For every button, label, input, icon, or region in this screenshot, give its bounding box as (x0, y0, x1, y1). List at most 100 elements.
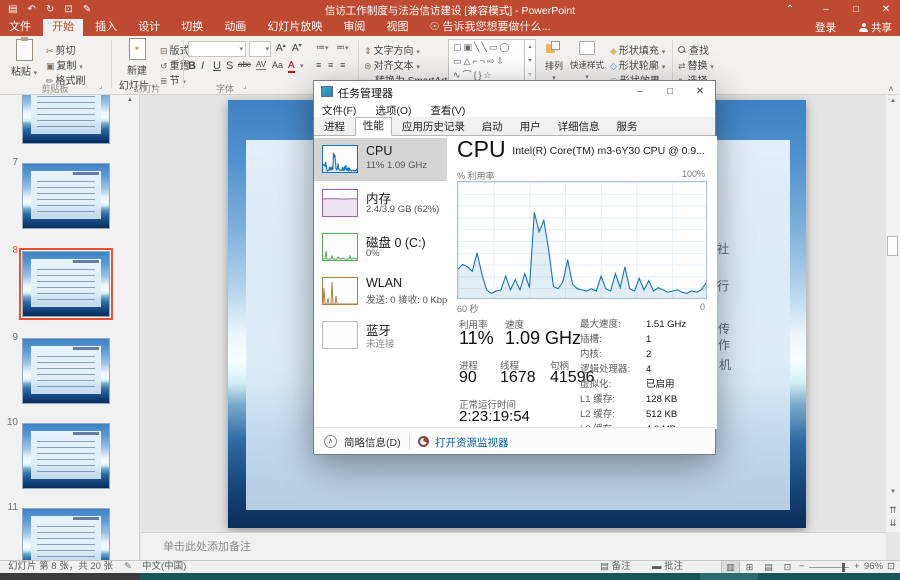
sidebar-item-disk[interactable]: 磁盘 0 (C:) 0% (314, 226, 447, 269)
notes-area[interactable]: 单击此处添加备注 (141, 532, 886, 560)
ribbon-display-options-icon[interactable]: ⌃ (776, 0, 804, 19)
tm-tab-services[interactable]: 服务 (610, 118, 645, 136)
tm-close-button[interactable]: ✕ (685, 81, 715, 102)
tm-tab-users[interactable]: 用户 (513, 118, 548, 136)
copy-button[interactable]: ▣ 复制 ▾ (46, 57, 83, 72)
menu-view[interactable]: 查看(V) (422, 102, 473, 118)
tm-tab-processes[interactable]: 进程 (317, 118, 352, 136)
tm-maximize-button[interactable]: □ (655, 81, 685, 102)
font-name-input[interactable]: ▾ (188, 41, 246, 57)
shrink-font-button[interactable]: A▾ (292, 42, 302, 54)
tab-design[interactable]: 设计 (129, 19, 169, 36)
sign-in-link[interactable]: 登录 (815, 20, 836, 35)
scroll-up-icon[interactable]: ▲ (886, 98, 900, 104)
menu-options[interactable]: 选项(O) (367, 102, 419, 118)
numbering-button[interactable]: ≕▾ (336, 42, 349, 53)
font-size-input[interactable]: ▾ (249, 41, 271, 57)
shapes-row-1[interactable]: ▢▣╲╲▭◯ (449, 40, 535, 54)
grow-font-button[interactable]: A▴ (276, 42, 286, 54)
align-right-button[interactable]: ≡ (340, 60, 345, 70)
cut-button[interactable]: ✂ 剪切 (46, 42, 76, 57)
slide-thumbnail-partial[interactable] (22, 95, 110, 144)
previous-slide-icon[interactable]: ⇈ (886, 505, 900, 516)
paste-button[interactable]: 粘贴 ▾ (6, 37, 42, 78)
fewer-details-button[interactable]: 简略信息(D) (344, 435, 401, 450)
tm-minimize-button[interactable]: – (625, 81, 655, 102)
open-resource-monitor-link[interactable]: 打开资源监视器 (435, 435, 509, 450)
find-button[interactable]: 查找 (678, 42, 709, 57)
slide-thumbnail-7[interactable] (22, 163, 110, 229)
quick-styles-button[interactable]: 快速样式 ▾ (570, 41, 604, 81)
menu-file[interactable]: 文件(F) (314, 102, 364, 118)
collapse-ribbon-icon[interactable]: ∧ (888, 84, 894, 93)
tm-tab-app-history[interactable]: 应用历史记录 (395, 118, 472, 136)
tm-tab-performance[interactable]: 性能 (354, 117, 392, 136)
close-button[interactable]: ✕ (872, 0, 900, 19)
slide-sorter-view-button[interactable]: ⊞ (741, 561, 758, 573)
minimize-button[interactable]: – (812, 0, 840, 19)
normal-view-button[interactable]: ▥ (721, 560, 740, 574)
text-shadow-button[interactable]: S (226, 60, 233, 72)
notes-toggle[interactable]: ▤ 备注 (600, 561, 631, 573)
tab-review[interactable]: 审阅 (334, 19, 374, 36)
panel-scroll-up-icon[interactable]: ▲ (127, 97, 133, 103)
strikethrough-button[interactable]: abc (238, 60, 251, 69)
replace-button[interactable]: ⇄ 替换 ▾ (678, 57, 714, 72)
text-direction-button[interactable]: ⇕ 文字方向 ▾ (364, 42, 420, 57)
sidebar-item-wlan[interactable]: WLAN 发送: 0 接收: 0 Kbps (314, 270, 447, 313)
shapes-gallery-arrows[interactable]: ▴ ▾ ▿ (524, 40, 535, 82)
maximize-button[interactable]: □ (842, 0, 870, 19)
shapes-row-2[interactable]: ▭△⌐¬⇨⇩ (449, 54, 535, 68)
slide-thumbnail-11[interactable] (22, 508, 110, 560)
scrollbar-thumb[interactable] (887, 236, 898, 256)
zoom-out-button[interactable]: − (799, 561, 805, 573)
fewer-details-chevron-icon[interactable]: ∧ (324, 435, 337, 448)
tab-file[interactable]: 文件 (0, 19, 40, 36)
arrange-button[interactable]: 排列 ▾ (540, 41, 568, 82)
sidebar-item-bluetooth[interactable]: 蓝牙 未连接 (314, 314, 447, 357)
shape-outline-button[interactable]: ◇ 形状轮廓 ▾ (610, 57, 665, 72)
tab-animations[interactable]: 动画 (215, 19, 255, 36)
character-spacing-button[interactable]: AV (256, 60, 267, 70)
share-button[interactable]: 共享 (859, 20, 892, 35)
slide-thumbnail-10[interactable] (22, 423, 110, 489)
italic-button[interactable]: I (201, 60, 204, 72)
tab-transitions[interactable]: 切换 (172, 19, 212, 36)
underline-button[interactable]: U (213, 60, 221, 72)
task-manager-titlebar[interactable]: 任务管理器 – □ ✕ (314, 81, 715, 102)
language-indicator[interactable]: 中文(中国) (142, 561, 186, 573)
font-dialog-launcher-icon[interactable]: ⌟ (243, 81, 247, 90)
zoom-level[interactable]: 96% (864, 561, 883, 573)
tm-tab-details[interactable]: 详细信息 (551, 118, 607, 136)
next-slide-icon[interactable]: ⇊ (886, 518, 900, 529)
clipboard-dialog-launcher-icon[interactable]: ⌟ (99, 81, 103, 90)
proofing-icon[interactable]: ✎ (124, 561, 132, 573)
tab-insert[interactable]: 插入 (86, 19, 126, 36)
reading-view-button[interactable]: ▤ (760, 561, 777, 573)
align-text-button[interactable]: ⊜ 对齐文本 ▾ (364, 57, 420, 72)
tm-tab-startup[interactable]: 启动 (475, 118, 510, 136)
comments-toggle[interactable]: ▬ 批注 (652, 561, 683, 573)
bold-button[interactable]: B (188, 60, 196, 72)
bullets-button[interactable]: ≔▾ (316, 42, 329, 53)
fit-to-window-icon[interactable]: ⊡ (887, 561, 895, 573)
slide-thumbnail-8-selected[interactable] (19, 248, 113, 320)
tab-home[interactable]: 开始 (43, 19, 84, 36)
tab-slideshow[interactable]: 幻灯片放映 (258, 19, 331, 36)
sidebar-item-memory[interactable]: 内存 2.4/3.9 GB (62%) (314, 182, 447, 225)
sidebar-item-cpu[interactable]: CPU 11% 1.09 GHz (314, 138, 447, 181)
vertical-scrollbar[interactable]: ▲ ▼ ⇈ ⇊ (886, 95, 900, 532)
align-center-button[interactable]: ≡ (328, 60, 333, 70)
zoom-slider-thumb[interactable] (842, 563, 845, 572)
slide-thumbnail-9[interactable] (22, 338, 110, 404)
shapes-gallery[interactable]: ▢▣╲╲▭◯ ▭△⌐¬⇨⇩ ∿⌒{}☆ ▴ ▾ ▿ (448, 39, 536, 83)
slideshow-view-button[interactable]: ⊡ (779, 561, 796, 573)
font-color-button[interactable]: A (288, 60, 295, 73)
shape-fill-button[interactable]: ◆ 形状填充 ▾ (610, 42, 665, 57)
align-left-button[interactable]: ≡ (316, 60, 321, 70)
tell-me-box[interactable]: ☉ 告诉我您想要做什么... (421, 19, 560, 36)
scroll-down-icon[interactable]: ▼ (886, 489, 900, 495)
change-case-button[interactable]: Aa (272, 60, 283, 70)
tab-view[interactable]: 视图 (378, 19, 418, 36)
zoom-in-button[interactable]: + (854, 561, 860, 573)
